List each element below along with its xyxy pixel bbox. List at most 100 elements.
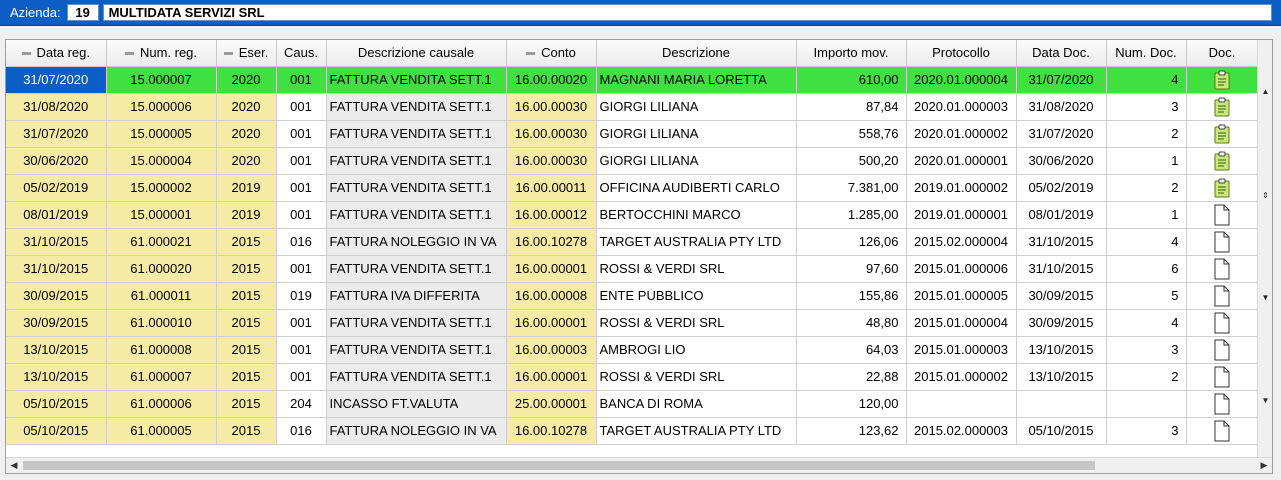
cell-protocollo[interactable]: 2015.02.000003 bbox=[906, 417, 1017, 445]
table-row[interactable]: 31/10/2015 61.000021 2015 016 FATTURA NOLEGG… bbox=[6, 228, 1259, 256]
cell-num-reg[interactable]: 15.000002 bbox=[106, 174, 217, 202]
cell-importo[interactable]: 87,84 bbox=[796, 93, 907, 121]
cell-descrizione[interactable]: ROSSI & VERDI SRL bbox=[596, 363, 797, 391]
cell-doc[interactable] bbox=[1186, 147, 1259, 175]
cell-num-doc[interactable]: 4 bbox=[1106, 228, 1187, 256]
company-name-field[interactable]: MULTIDATA SERVIZI SRL bbox=[102, 4, 1272, 21]
table-row[interactable]: 30/09/2015 61.000010 2015 001 FATTURA VENDIT… bbox=[6, 309, 1259, 337]
cell-descrizione[interactable]: OFFICINA AUDIBERTI CARLO bbox=[596, 174, 797, 202]
table-row[interactable]: 31/08/2020 15.000006 2020 001 FATTURA VENDIT… bbox=[6, 93, 1259, 121]
cell-data-doc[interactable]: 31/10/2015 bbox=[1016, 255, 1107, 283]
cell-num-doc[interactable]: 1 bbox=[1106, 201, 1187, 229]
cell-doc[interactable] bbox=[1186, 120, 1259, 148]
cell-descrizione[interactable]: TARGET AUSTRALIA PTY LTD bbox=[596, 228, 797, 256]
cell-eser[interactable]: 2015 bbox=[216, 228, 277, 256]
cell-descrizione[interactable]: BANCA DI ROMA bbox=[596, 390, 797, 418]
blank-document-icon[interactable] bbox=[1212, 420, 1232, 441]
cell-importo[interactable]: 7.381,00 bbox=[796, 174, 907, 202]
blank-document-icon[interactable] bbox=[1212, 258, 1232, 279]
cell-protocollo[interactable]: 2015.01.000002 bbox=[906, 363, 1017, 391]
cell-descrizione[interactable]: GIORGI LILIANA bbox=[596, 147, 797, 175]
cell-eser[interactable]: 2015 bbox=[216, 363, 277, 391]
horizontal-scrollbar[interactable]: ◀ ▶ bbox=[6, 457, 1272, 473]
cell-protocollo[interactable]: 2015.01.000006 bbox=[906, 255, 1017, 283]
cell-data-reg[interactable]: 05/10/2015 bbox=[6, 417, 107, 445]
cell-conto[interactable]: 16.00.00003 bbox=[506, 336, 597, 364]
blank-document-icon[interactable] bbox=[1212, 312, 1232, 333]
cell-data-doc[interactable]: 13/10/2015 bbox=[1016, 336, 1107, 364]
cell-data-reg[interactable]: 30/06/2020 bbox=[6, 147, 107, 175]
cell-importo[interactable]: 1.285,00 bbox=[796, 201, 907, 229]
cell-conto[interactable]: 16.00.00030 bbox=[506, 93, 597, 121]
table-row[interactable]: 31/07/2020 15.000005 2020 001 FATTURA VENDIT… bbox=[6, 120, 1259, 148]
cell-data-doc[interactable]: 31/08/2020 bbox=[1016, 93, 1107, 121]
cell-importo[interactable]: 558,76 bbox=[796, 120, 907, 148]
cell-eser[interactable]: 2015 bbox=[216, 282, 277, 310]
cell-descrizione-causale[interactable]: FATTURA VENDITA SETT.1 bbox=[326, 66, 507, 94]
cell-num-doc[interactable]: 3 bbox=[1106, 336, 1187, 364]
cell-eser[interactable]: 2015 bbox=[216, 336, 277, 364]
cell-caus[interactable]: 001 bbox=[276, 363, 327, 391]
cell-caus[interactable]: 001 bbox=[276, 309, 327, 337]
cell-protocollo[interactable]: 2020.01.000002 bbox=[906, 120, 1017, 148]
cell-descrizione[interactable]: GIORGI LILIANA bbox=[596, 93, 797, 121]
cell-descrizione-causale[interactable]: FATTURA VENDITA SETT.1 bbox=[326, 363, 507, 391]
table-row[interactable]: 05/02/2019 15.000002 2019 001 FATTURA VENDIT… bbox=[6, 174, 1259, 202]
cell-num-reg[interactable]: 61.000006 bbox=[106, 390, 217, 418]
cell-caus[interactable]: 001 bbox=[276, 93, 327, 121]
col-header-doc[interactable]: Doc. bbox=[1186, 40, 1259, 67]
blank-document-icon[interactable] bbox=[1212, 339, 1232, 360]
cell-descrizione-causale[interactable]: FATTURA VENDITA SETT.1 bbox=[326, 174, 507, 202]
cell-data-reg[interactable]: 30/09/2015 bbox=[6, 309, 107, 337]
cell-data-reg[interactable]: 31/07/2020 bbox=[6, 66, 107, 94]
cell-data-reg[interactable]: 31/10/2015 bbox=[6, 255, 107, 283]
col-header-descrizione[interactable]: Descrizione bbox=[596, 40, 797, 67]
cell-conto[interactable]: 25.00.00001 bbox=[506, 390, 597, 418]
cell-caus[interactable]: 016 bbox=[276, 228, 327, 256]
scroll-left-icon[interactable]: ◀ bbox=[7, 458, 21, 473]
cell-descrizione-causale[interactable]: FATTURA VENDITA SETT.1 bbox=[326, 120, 507, 148]
scroll-up-icon[interactable]: ▲ bbox=[1258, 86, 1272, 98]
cell-conto[interactable]: 16.00.00001 bbox=[506, 363, 597, 391]
cell-eser[interactable]: 2015 bbox=[216, 390, 277, 418]
cell-protocollo[interactable]: 2015.01.000005 bbox=[906, 282, 1017, 310]
scroll-updown-icon[interactable]: ⇕ bbox=[1258, 190, 1272, 202]
table-row[interactable]: 08/01/2019 15.000001 2019 001 FATTURA VENDIT… bbox=[6, 201, 1259, 229]
cell-num-reg[interactable]: 15.000006 bbox=[106, 93, 217, 121]
cell-num-reg[interactable]: 15.000001 bbox=[106, 201, 217, 229]
col-header-num-doc[interactable]: Num. Doc. bbox=[1106, 40, 1187, 67]
cell-doc[interactable] bbox=[1186, 282, 1259, 310]
cell-conto[interactable]: 16.00.00001 bbox=[506, 309, 597, 337]
cell-data-doc[interactable]: 31/07/2020 bbox=[1016, 66, 1107, 94]
cell-data-doc[interactable]: 30/09/2015 bbox=[1016, 309, 1107, 337]
table-row[interactable]: 05/10/2015 61.000005 2015 016 FATTURA NOLEGG… bbox=[6, 417, 1259, 445]
cell-importo[interactable]: 610,00 bbox=[796, 66, 907, 94]
table-row[interactable]: 13/10/2015 61.000008 2015 001 FATTURA VENDIT… bbox=[6, 336, 1259, 364]
cell-data-reg[interactable]: 05/10/2015 bbox=[6, 390, 107, 418]
table-row[interactable]: 31/10/2015 61.000020 2015 001 FATTURA VENDIT… bbox=[6, 255, 1259, 283]
table-row[interactable]: 30/09/2015 61.000011 2015 019 FATTURA IVA DI… bbox=[6, 282, 1259, 310]
cell-num-reg[interactable]: 61.000007 bbox=[106, 363, 217, 391]
cell-caus[interactable]: 001 bbox=[276, 174, 327, 202]
cell-doc[interactable] bbox=[1186, 336, 1259, 364]
cell-doc[interactable] bbox=[1186, 417, 1259, 445]
cell-data-doc[interactable]: 08/01/2019 bbox=[1016, 201, 1107, 229]
cell-importo[interactable]: 123,62 bbox=[796, 417, 907, 445]
cell-data-reg[interactable]: 31/08/2020 bbox=[6, 93, 107, 121]
scroll-down-icon[interactable]: ▼ bbox=[1258, 395, 1272, 407]
horizontal-scroll-thumb[interactable] bbox=[23, 461, 1095, 470]
cell-eser[interactable]: 2020 bbox=[216, 93, 277, 121]
cell-data-reg[interactable]: 31/10/2015 bbox=[6, 228, 107, 256]
cell-doc[interactable] bbox=[1186, 228, 1259, 256]
cell-num-doc[interactable] bbox=[1106, 390, 1187, 418]
cell-protocollo[interactable]: 2019.01.000001 bbox=[906, 201, 1017, 229]
cell-importo[interactable]: 48,80 bbox=[796, 309, 907, 337]
col-header-protocollo[interactable]: Protocollo bbox=[906, 40, 1017, 67]
cell-doc[interactable] bbox=[1186, 93, 1259, 121]
cell-importo[interactable]: 97,60 bbox=[796, 255, 907, 283]
table-row[interactable]: 30/06/2020 15.000004 2020 001 FATTURA VENDIT… bbox=[6, 147, 1259, 175]
cell-num-doc[interactable]: 4 bbox=[1106, 66, 1187, 94]
clipboard-icon[interactable] bbox=[1212, 151, 1232, 170]
cell-doc[interactable] bbox=[1186, 255, 1259, 283]
blank-document-icon[interactable] bbox=[1212, 366, 1232, 387]
